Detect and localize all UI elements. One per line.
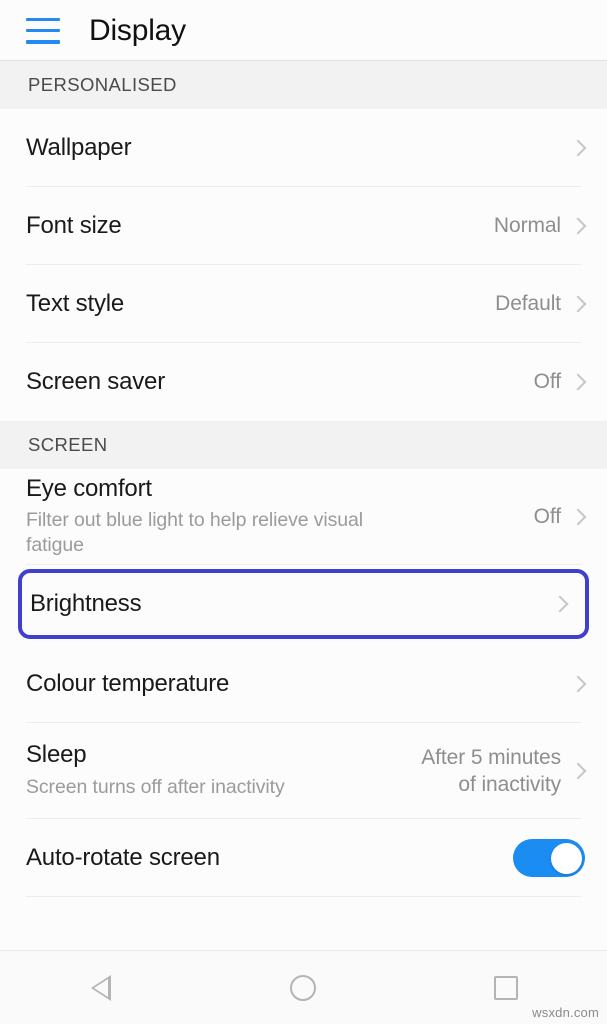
chevron-right-icon	[571, 370, 585, 394]
row-sleep[interactable]: Sleep Screen turns off after inactivity …	[0, 723, 607, 819]
row-brightness-main: Brightness	[30, 589, 541, 618]
row-colour-temperature-main: Colour temperature	[26, 669, 559, 698]
phone-screen: Display PERSONALISED Wallpaper Font size…	[0, 0, 607, 1024]
row-auto-rotate-right	[513, 839, 585, 877]
hamburger-line-2	[26, 28, 60, 33]
system-navigation-bar: wsxdn.com	[0, 950, 607, 1024]
row-eye-comfort-value: Off	[533, 505, 561, 529]
row-eye-comfort-subtitle: Filter out blue light to help relieve vi…	[26, 509, 364, 557]
row-sleep-value: After 5 minutes of inactivity	[421, 745, 561, 796]
watermark: wsxdn.com	[532, 1005, 599, 1020]
chevron-right-icon	[571, 292, 585, 316]
row-eye-comfort-right: Off	[534, 503, 585, 530]
row-auto-rotate-screen[interactable]: Auto-rotate screen	[0, 819, 607, 897]
chevron-right-icon	[571, 672, 585, 696]
page-title: Display	[89, 13, 186, 47]
chevron-right-icon	[553, 592, 567, 616]
row-colour-temperature[interactable]: Colour temperature	[0, 645, 607, 723]
row-font-size-label: Font size	[26, 211, 122, 239]
row-brightness-right	[553, 592, 567, 616]
row-font-size-value: Normal	[493, 214, 561, 238]
chevron-right-icon	[571, 505, 585, 529]
row-auto-rotate-label: Auto-rotate screen	[26, 843, 220, 871]
hamburger-line-3	[26, 40, 60, 44]
row-wallpaper-label: Wallpaper	[26, 133, 132, 161]
row-eye-comfort-main: Eye comfort Filter out blue light to hel…	[26, 474, 522, 559]
row-wallpaper-right	[571, 136, 585, 160]
row-text-style-value: Default	[495, 292, 561, 316]
row-screen-saver-value: Off	[533, 370, 561, 394]
row-sleep-right: After 5 minutes of inactivity	[421, 744, 585, 799]
row-font-size-main: Font size	[26, 211, 482, 240]
home-circle-icon	[290, 974, 317, 1001]
app-title-bar: Display	[0, 0, 607, 61]
back-triangle-icon	[91, 974, 112, 1001]
row-text-style[interactable]: Text style Default	[0, 265, 607, 343]
chevron-right-icon	[571, 214, 585, 238]
settings-list[interactable]: PERSONALISED Wallpaper Font size Normal …	[0, 61, 607, 950]
row-text-style-right: Default	[495, 290, 585, 317]
row-screen-saver-label: Screen saver	[26, 367, 165, 395]
hamburger-menu-icon[interactable]	[26, 17, 60, 44]
row-colour-temperature-label: Colour temperature	[26, 669, 230, 697]
row-text-style-label: Text style	[26, 289, 125, 317]
row-sleep-main: Sleep Screen turns off after inactivity	[26, 741, 409, 800]
row-auto-rotate-main: Auto-rotate screen	[26, 843, 501, 872]
row-sleep-subtitle: Screen turns off after inactivity	[26, 775, 285, 798]
brightness-highlight-wrapper: Brightness	[0, 565, 607, 645]
row-screen-saver-right: Off	[534, 368, 585, 395]
row-screen-saver[interactable]: Screen saver Off	[0, 343, 607, 421]
row-wallpaper-main: Wallpaper	[26, 133, 559, 162]
row-font-size[interactable]: Font size Normal	[0, 187, 607, 265]
nav-home-button[interactable]	[258, 951, 348, 1024]
toggle-knob	[550, 842, 582, 874]
row-screen-saver-main: Screen saver	[26, 367, 522, 396]
chevron-right-icon	[571, 759, 585, 783]
chevron-right-icon	[571, 136, 585, 160]
section-header-personalised: PERSONALISED	[0, 61, 607, 109]
row-brightness-label: Brightness	[30, 589, 142, 617]
row-font-size-right: Normal	[494, 212, 585, 239]
row-wallpaper[interactable]: Wallpaper	[0, 109, 607, 187]
hamburger-line-1	[26, 17, 60, 21]
row-eye-comfort[interactable]: Eye comfort Filter out blue light to hel…	[0, 469, 607, 565]
section-header-screen: SCREEN	[0, 421, 607, 469]
recents-square-icon	[493, 975, 518, 1000]
row-colour-temperature-right	[571, 672, 585, 696]
row-eye-comfort-label: Eye comfort	[26, 474, 152, 502]
nav-back-button[interactable]	[56, 951, 146, 1024]
auto-rotate-toggle[interactable]	[513, 839, 585, 877]
row-text-style-main: Text style	[26, 289, 483, 318]
row-sleep-label: Sleep	[26, 741, 87, 769]
row-brightness[interactable]: Brightness	[18, 569, 589, 639]
